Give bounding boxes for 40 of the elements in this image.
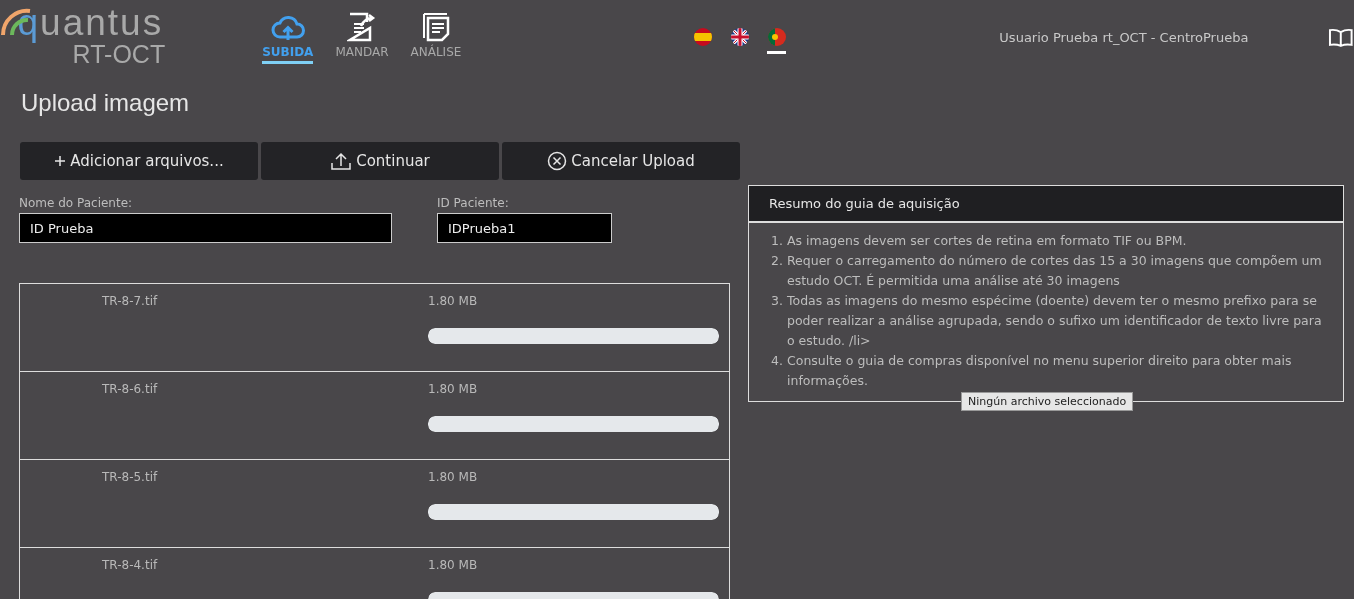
field-label: ID Paciente:: [437, 196, 510, 210]
portugal-flag-icon: [767, 27, 786, 46]
page-title: Upload imagem: [21, 89, 191, 117]
panel-title: Resumo do guia de aquisição: [749, 186, 1343, 223]
plus-icon: [54, 155, 67, 167]
file-name: TR-8-7.tif: [101, 293, 159, 308]
document-arrow-icon: [346, 11, 377, 42]
guide-item: As imagens devem ser cortes de retina em formato TIF ou BPM.: [787, 232, 1187, 250]
nav-tab[interactable]: MANDAR: [335, 11, 389, 64]
input-field[interactable]: ID Prueba: [19, 213, 392, 243]
nav-tab[interactable]: ANÁLISE: [410, 11, 462, 64]
item-number: 4.: [770, 352, 783, 370]
action-button[interactable]: Adicionar arquivos...: [20, 142, 258, 180]
guide-item: Requer o carregamento do número de cortes das 15 a 30 imagens que compõem um estudo OCT. É permitida uma análise até 30 imagens: [787, 252, 1323, 290]
documents-icon: [420, 11, 451, 42]
upload-icon: [330, 151, 353, 171]
input-field[interactable]: IDPrueba1: [437, 213, 612, 243]
user-name: Usuario Prueba rt_OCT - CentroPrueba: [999, 30, 1249, 45]
action-button[interactable]: Continuar: [261, 142, 499, 180]
file-name: TR-8-5.tif: [101, 469, 159, 484]
file-size: 1.80 MB: [428, 470, 478, 484]
file-size: 1.80 MB: [428, 382, 478, 396]
spain-flag-icon: [693, 27, 712, 46]
guide-item: Consulte o guia de compras disponível no menu superior direito para obter mais informações.: [787, 352, 1293, 390]
language-button[interactable]: [767, 27, 787, 54]
file-size: 1.80 MB: [428, 294, 478, 308]
action-button[interactable]: Cancelar Upload: [502, 142, 740, 180]
tooltip: Ningún archivo seleccionado: [961, 392, 1134, 411]
field-label: Nome do Paciente:: [19, 196, 134, 210]
item-number: 3.: [770, 292, 783, 310]
cloud-upload-icon: [270, 13, 305, 42]
item-number: 1.: [770, 232, 783, 250]
cancel-icon: [547, 151, 568, 171]
file-size: 1.80 MB: [428, 558, 478, 572]
uk-flag-icon: [730, 27, 749, 46]
guide-item: Todas as imagens do mesmo espécime (doente) devem ter o mesmo prefixo para se poder realizar a análise agrupada, sendo o sufixo um identificador de texto livre para o estudo. /li>: [787, 292, 1323, 350]
file-name: TR-8-4.tif: [101, 557, 159, 572]
file-name: TR-8-6.tif: [101, 381, 159, 396]
item-number: 2.: [770, 252, 783, 270]
book-icon[interactable]: [1328, 27, 1354, 48]
